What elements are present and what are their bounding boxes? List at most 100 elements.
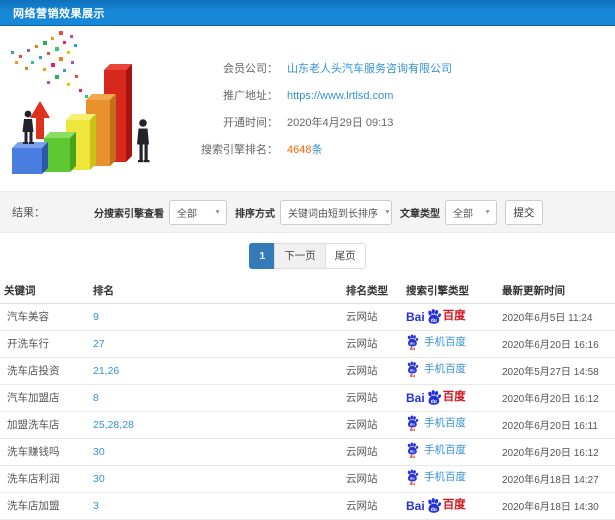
baidu-logo: Bai du 百度 (406, 390, 466, 405)
info-suffix: 条 (311, 144, 323, 156)
page: 网络营销效果展示 会员公司： 山东老人头汽车服务咨询有限公司 推广地址： htt… (0, 0, 615, 520)
engine-cell: du du 手机百度 (402, 438, 498, 466)
baidu-paw-icon: du (427, 309, 441, 324)
updated-cell: 2020年5月27日 14:58 (498, 357, 615, 385)
svg-text:du: du (410, 448, 415, 453)
svg-text:du: du (410, 427, 416, 432)
pagination-current-page[interactable]: 1 (249, 243, 276, 269)
keyword-cell: 开洗车行 (0, 330, 89, 358)
info-label: 会员公司： (223, 63, 278, 75)
engine-cell: Bai du 百度 (402, 492, 498, 520)
svg-text:du: du (410, 475, 415, 480)
info-label: 推广地址： (223, 90, 278, 102)
results-table: 关键词 排名 排名类型 搜索引擎类型 最新更新时间 汽车美容 9 云网站 Bai du 百度… (0, 279, 615, 520)
column-header: 最新更新时间 (498, 279, 615, 304)
rank-cell: 30 (89, 465, 342, 493)
info-label: 搜索引擎排名： (201, 144, 278, 156)
info-row: 搜索引擎排名： 4648条 (190, 137, 615, 164)
mobile-baidu-logo: du du 手机百度 (406, 333, 466, 351)
keyword-cell: 洗车店投资 (0, 357, 89, 385)
bar-green (44, 132, 76, 172)
rank-type-cell: 云网站 (342, 384, 402, 412)
updated-cell: 2020年6月20日 16:12 (498, 384, 615, 412)
select-value: 关键词由短到长排序 (288, 208, 378, 220)
baidu-paw-icon: dudu (407, 360, 419, 378)
rank-type-cell: 云网站 (342, 357, 402, 385)
info-value-link[interactable]: https://www.lrtlsd.com (287, 90, 393, 102)
updated-cell: 2020年6月18日 14:30 (498, 492, 615, 520)
rank-type-cell: 云网站 (342, 492, 402, 520)
table-row: 汽车加盟店 8 云网站 Bai du 百度 2020年6月20日 16:12 (0, 384, 615, 412)
engine-cell: Bai du 百度 (402, 303, 498, 331)
svg-text:du: du (410, 373, 416, 378)
pagination-last-button[interactable]: 尾页 (324, 243, 366, 269)
baidu-paw-icon: dudu (407, 333, 419, 351)
info-row: 会员公司： 山东老人头汽车服务咨询有限公司 (190, 56, 615, 83)
mobile-baidu-logo: du du 手机百度 (406, 414, 466, 432)
rank-type-cell: 云网站 (342, 465, 402, 493)
baidu-paw-icon: du (427, 498, 441, 513)
chevron-down-icon: ▼ (214, 209, 221, 215)
engine-cell: du du 手机百度 (402, 330, 498, 358)
keyword-cell: 加盟洗车店 (0, 411, 89, 439)
keyword-cell: 洗车店利润 (0, 465, 89, 493)
keyword-cell: 汽车加盟店 (0, 384, 89, 412)
submit-button[interactable]: 提交 (505, 199, 543, 225)
baidu-logo: Bai du 百度 (406, 309, 466, 324)
table-header-row: 关键词 排名 排名类型 搜索引擎类型 最新更新时间 (0, 279, 615, 304)
filter-label: 排序方式 (235, 208, 275, 220)
svg-text:du: du (410, 340, 415, 345)
info-row: 推广地址： https://www.lrtlsd.com (190, 83, 615, 110)
svg-text:du: du (410, 421, 415, 426)
column-header: 关键词 (0, 279, 89, 304)
rank-type-cell: 云网站 (342, 411, 402, 439)
filter-label: 文章类型 (400, 208, 440, 220)
engine-filter-select[interactable]: 全部 ▼ (169, 199, 227, 225)
baidu-paw-icon: dudu (407, 414, 419, 432)
filter-label: 分搜索引擎查看 (94, 208, 164, 220)
up-arrow-icon (30, 101, 50, 139)
account-info-list: 会员公司： 山东老人头汽车服务咨询有限公司 推广地址： https://www.lr… (190, 26, 615, 191)
article-type-select[interactable]: 全部 ▼ (445, 199, 497, 225)
svg-text:du: du (410, 367, 415, 372)
keyword-cell: 汽车美容 (0, 303, 89, 331)
select-value: 全部 (177, 208, 197, 220)
filter-bar: 结果： 分搜索引擎查看 全部 ▼ 排序方式 关键词由短到长排序 ▼ 文章类型 全… (0, 191, 615, 233)
updated-cell: 2020年6月18日 14:27 (498, 465, 615, 493)
svg-text:du: du (430, 507, 436, 513)
table-row: 洗车店投资 21,26 云网站 du du 手机百度 2020年5月27日 14:5… (0, 357, 615, 385)
baidu-paw-icon: dudu (407, 441, 419, 459)
column-header: 搜索引擎类型 (402, 279, 498, 304)
keyword-cell: 洗车店加盟 (0, 492, 89, 520)
rank-cell: 27 (89, 330, 342, 358)
account-info-section: 会员公司： 山东老人头汽车服务咨询有限公司 推广地址： https://www.lr… (0, 26, 615, 191)
engine-cell: Bai du 百度 (402, 384, 498, 412)
page-title: 网络营销效果展示 (13, 8, 105, 20)
info-label: 开通时间： (223, 117, 278, 129)
info-row: 开通时间： 2020年4月29日 09:13 (190, 110, 615, 137)
svg-text:du: du (410, 346, 416, 351)
chevron-down-icon: ▼ (484, 209, 491, 215)
rank-type-cell: 云网站 (342, 330, 402, 358)
pagination: 1 下一页 尾页 (0, 233, 615, 279)
table-row: 开洗车行 27 云网站 du du 手机百度 2020年6月20日 16:16 (0, 330, 615, 358)
select-value: 全部 (453, 208, 473, 220)
sort-order-select[interactable]: 关键词由短到长排序 ▼ (280, 199, 392, 225)
table-row: 汽车美容 9 云网站 Bai du 百度 2020年6月5日 11:24 (0, 303, 615, 331)
table-row: 洗车店加盟 3 云网站 Bai du 百度 2020年6月18日 14:30 (0, 492, 615, 520)
confetti-dots (11, 31, 100, 110)
rank-cell: 8 (89, 384, 342, 412)
rank-cell: 3 (89, 492, 342, 520)
rank-cell: 21,26 (89, 357, 342, 385)
column-header: 排名 (89, 279, 342, 304)
column-header: 排名类型 (342, 279, 402, 304)
page-header: 网络营销效果展示 (0, 0, 615, 26)
rank-cell: 9 (89, 303, 342, 331)
table-row: 洗车店利润 30 云网站 du du 手机百度 2020年6月18日 14:27 (0, 465, 615, 493)
updated-cell: 2020年6月5日 11:24 (498, 303, 615, 331)
keyword-cell: 洗车赚钱吗 (0, 438, 89, 466)
pagination-next-button[interactable]: 下一页 (274, 243, 326, 269)
info-value-link[interactable]: 山东老人头汽车服务咨询有限公司 (287, 63, 452, 75)
mobile-baidu-logo: du du 手机百度 (406, 360, 466, 378)
baidu-paw-icon: du (427, 390, 441, 405)
